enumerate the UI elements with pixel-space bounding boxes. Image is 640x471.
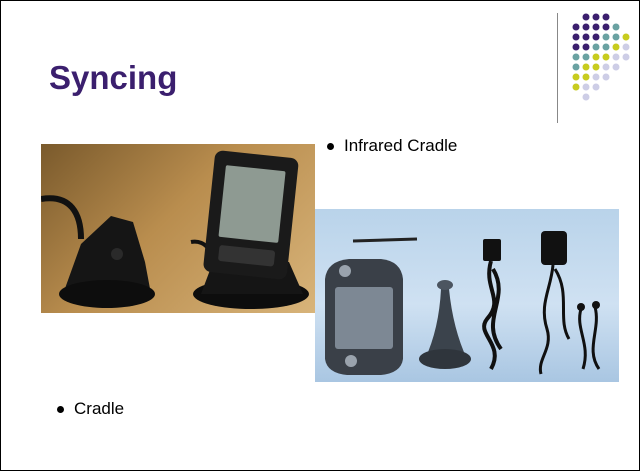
decorative-dot-grid xyxy=(572,13,630,101)
bullet-label: Cradle xyxy=(74,399,125,418)
cradle-photo xyxy=(41,144,315,313)
bullet-dot-icon xyxy=(57,405,64,413)
bullet-infrared-cradle: Infrared Cradle xyxy=(327,136,457,156)
bullet-cradle: Cradle xyxy=(57,399,124,419)
bullet-dot-icon xyxy=(327,142,334,150)
slide-title: Syncing xyxy=(49,59,178,96)
pda-kit-photo xyxy=(315,209,619,382)
header-divider xyxy=(557,13,558,123)
bullet-label: Infrared Cradle xyxy=(344,136,458,155)
slide: Syncing Infrared Cradle Cradle xyxy=(0,0,640,471)
